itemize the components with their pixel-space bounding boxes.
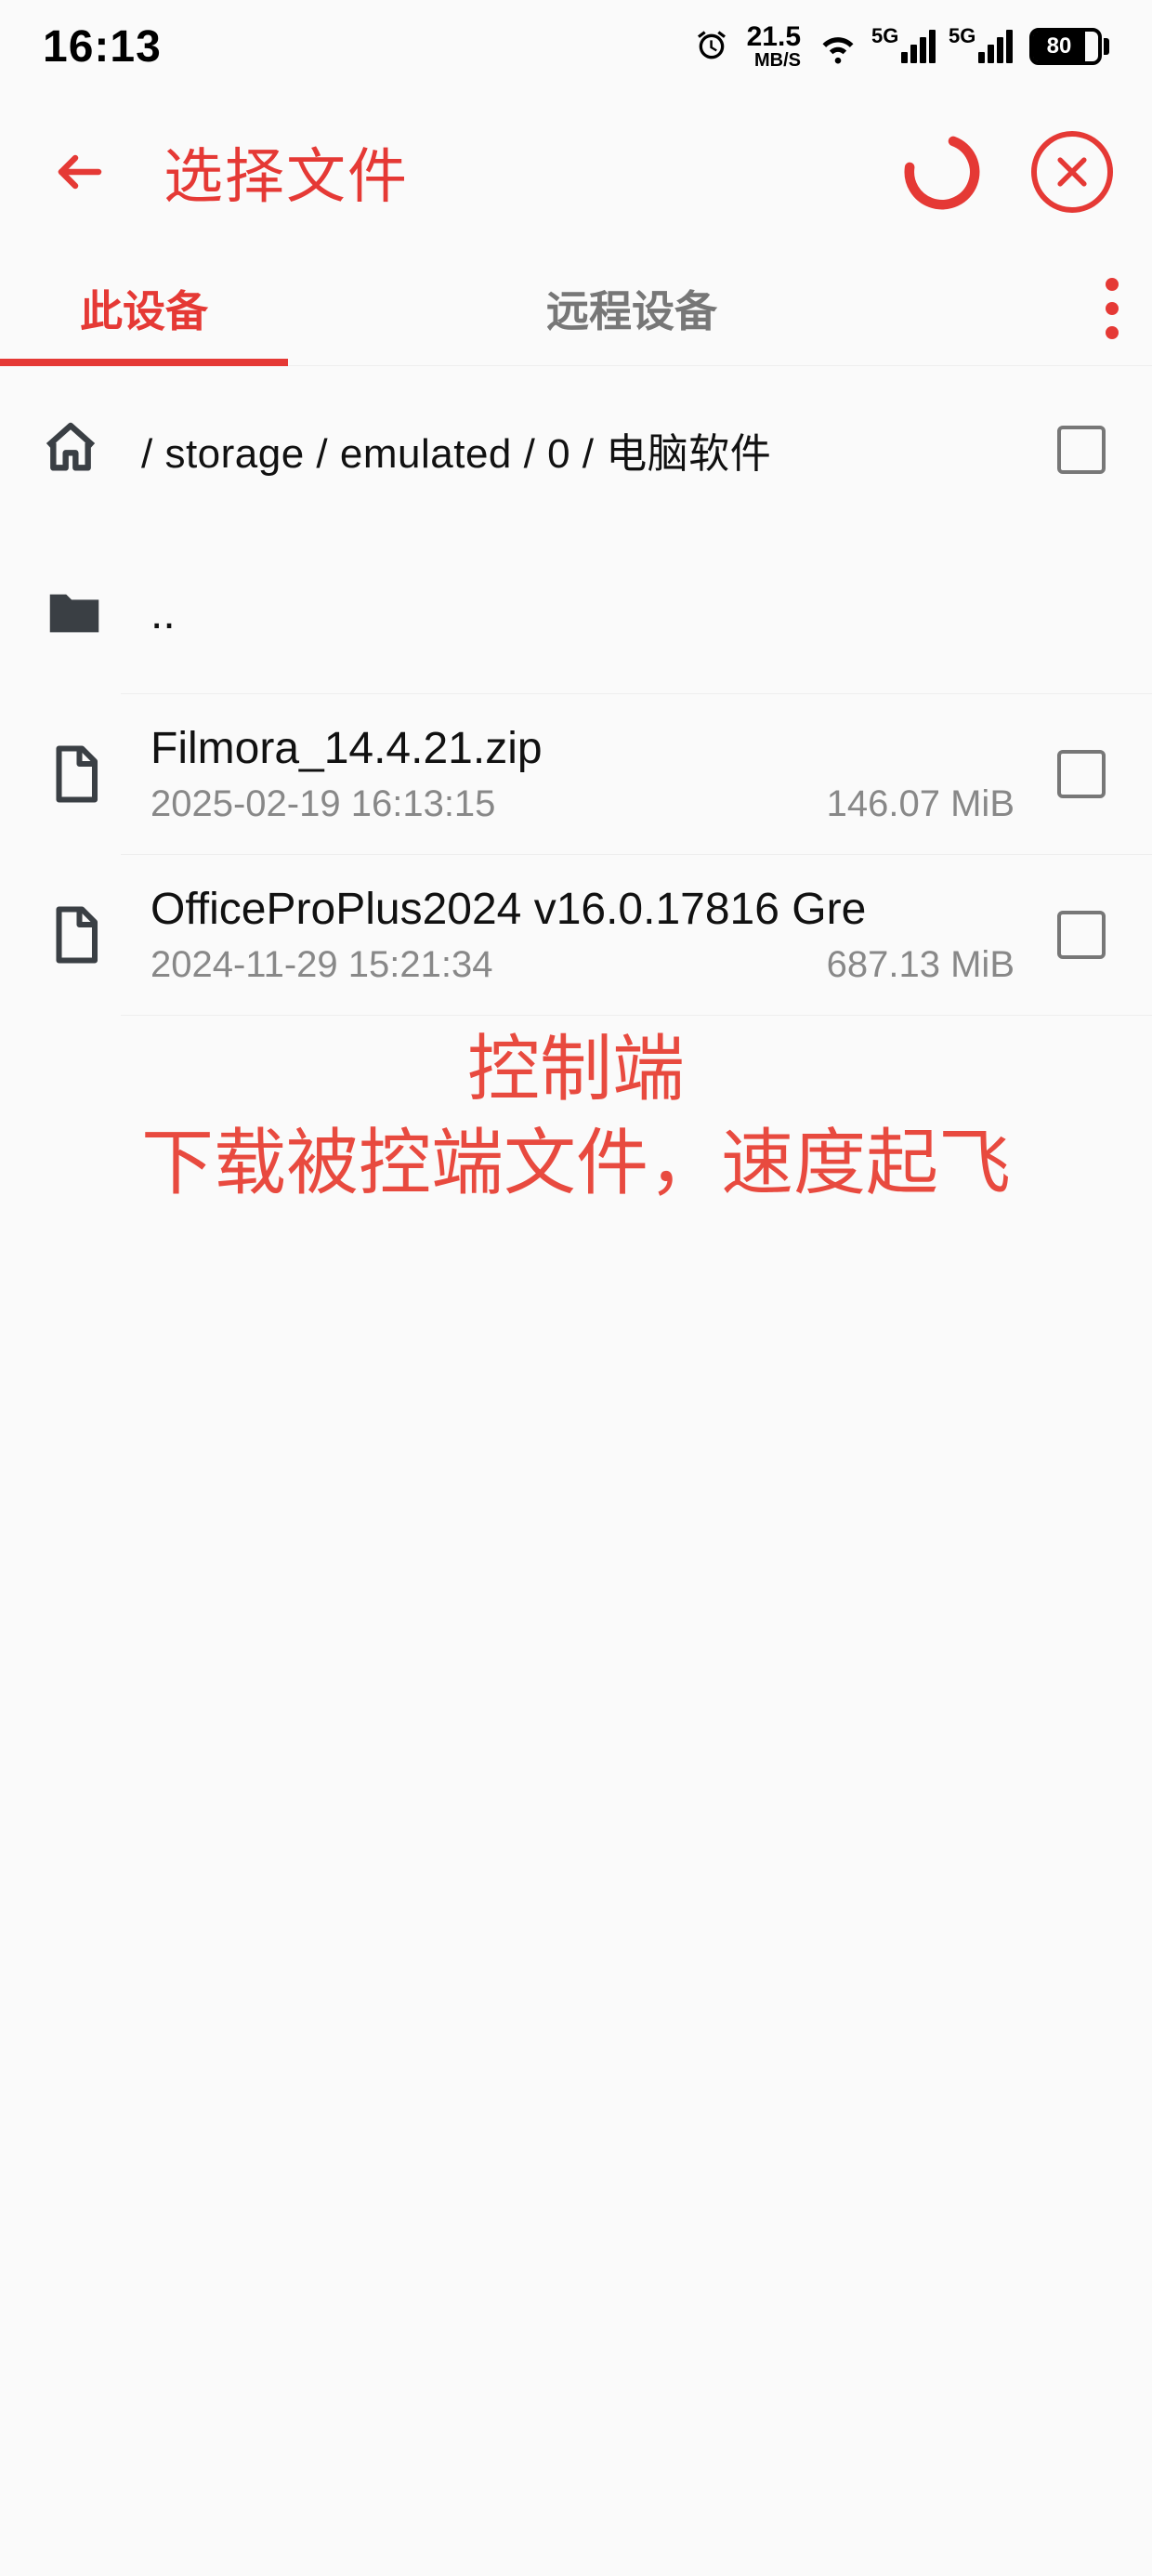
alarm-icon bbox=[693, 28, 730, 65]
item-name: .. bbox=[151, 588, 1106, 639]
back-button[interactable] bbox=[33, 125, 126, 218]
item-name: OfficeProPlus2024 v16.0.17816 Gre bbox=[151, 884, 1015, 935]
path-row: / storage / emulated / 0 / 电脑软件 bbox=[0, 366, 1152, 533]
toolbar: 选择文件 bbox=[0, 93, 1152, 251]
overlay-line-1: 控制端 bbox=[467, 1028, 685, 1110]
overlay-caption: 控制端 下载被控端文件，速度起飞 bbox=[0, 1022, 1152, 1211]
status-time: 16:13 bbox=[43, 21, 162, 72]
item-name: Filmora_14.4.21.zip bbox=[151, 723, 1015, 774]
signal-2-label: 5G bbox=[949, 24, 975, 48]
list-item[interactable]: OfficeProPlus2024 v16.0.17816 Gre 2024-1… bbox=[0, 855, 1152, 1015]
folder-icon bbox=[41, 581, 108, 646]
status-bar: 16:13 21.5 MB/S 5G 5G 80 bbox=[0, 0, 1152, 93]
item-checkbox[interactable] bbox=[1057, 750, 1106, 798]
breadcrumb[interactable]: / storage / emulated / 0 / 电脑软件 bbox=[141, 420, 1016, 480]
net-speed-unit: MB/S bbox=[754, 51, 801, 70]
file-icon bbox=[41, 904, 108, 966]
tab-local[interactable]: 此设备 bbox=[0, 251, 288, 365]
signal-1-label: 5G bbox=[871, 24, 898, 48]
loading-spinner bbox=[896, 125, 988, 218]
file-icon bbox=[41, 743, 108, 805]
screen: 16:13 21.5 MB/S 5G 5G 80 bbox=[0, 0, 1152, 2576]
close-button[interactable] bbox=[1026, 125, 1119, 218]
tab-remote[interactable]: 远程设备 bbox=[251, 251, 1013, 365]
list-item[interactable]: Filmora_14.4.21.zip 2025-02-19 16:13:15 … bbox=[0, 694, 1152, 854]
battery-icon: 80 bbox=[1029, 28, 1109, 65]
item-checkbox[interactable] bbox=[1057, 911, 1106, 959]
item-size: 146.07 MiB bbox=[827, 783, 1015, 825]
signal-1: 5G bbox=[875, 30, 936, 63]
list-item-up[interactable]: .. bbox=[0, 533, 1152, 693]
item-date: 2024-11-29 15:21:34 bbox=[151, 944, 492, 986]
net-speed: 21.5 MB/S bbox=[747, 23, 801, 70]
page-title: 选择文件 bbox=[164, 129, 858, 215]
tab-indicator bbox=[0, 359, 288, 366]
signal-2: 5G bbox=[952, 30, 1013, 63]
overlay-line-2: 下载被控端文件，速度起飞 bbox=[141, 1122, 1011, 1203]
status-right: 21.5 MB/S 5G 5G 80 bbox=[693, 23, 1109, 70]
select-all-checkbox[interactable] bbox=[1057, 426, 1106, 474]
item-date: 2025-02-19 16:13:15 bbox=[151, 783, 495, 825]
item-size: 687.13 MiB bbox=[827, 944, 1015, 986]
tabs: 此设备 远程设备 bbox=[0, 251, 1152, 366]
home-icon[interactable] bbox=[41, 418, 100, 482]
wifi-icon bbox=[818, 26, 858, 67]
divider bbox=[121, 1015, 1152, 1016]
file-list: .. Filmora_14.4.21.zip 2025-02-19 16:13:… bbox=[0, 533, 1152, 1016]
more-menu-button[interactable] bbox=[1106, 251, 1119, 365]
battery-percent: 80 bbox=[1033, 32, 1085, 61]
net-speed-value: 21.5 bbox=[747, 23, 801, 51]
